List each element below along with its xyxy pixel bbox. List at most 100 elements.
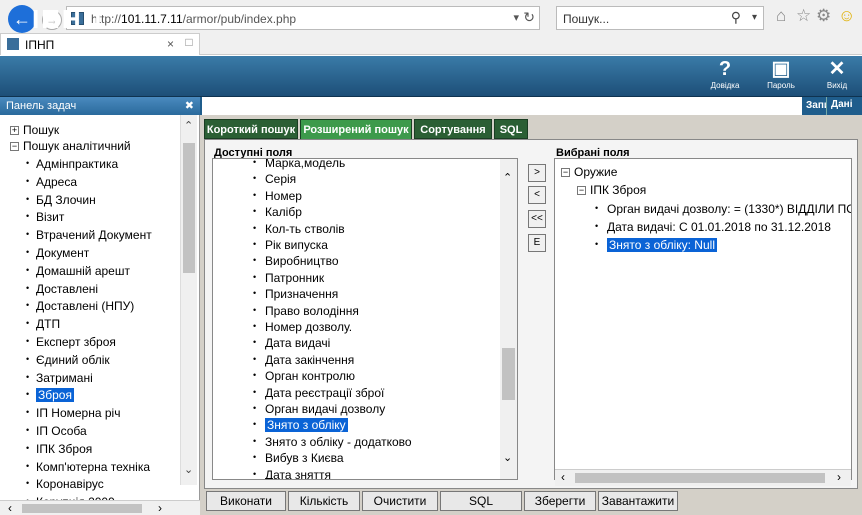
password-button[interactable]: ▣ Пароль	[760, 57, 802, 97]
home-icon[interactable]: ⌂	[776, 6, 786, 26]
tree-item[interactable]: Доставлені	[26, 282, 98, 296]
available-field[interactable]: Орган контролю	[253, 369, 355, 383]
execute-button[interactable]: Виконати	[206, 491, 286, 511]
panel-close-icon[interactable]: ✖	[185, 99, 194, 112]
address-bar[interactable]: http://101.11.7.11/armor/pub/index.php ▾…	[66, 6, 540, 30]
search-dropdown-icon[interactable]: ▾	[752, 12, 757, 23]
settings-gear-icon[interactable]: ⚙	[816, 6, 831, 26]
available-field[interactable]: Калібр	[253, 205, 302, 219]
chosen-condition[interactable]: • Дата видачі: С 01.01.2018 по 31.12.2018	[595, 220, 831, 234]
available-field[interactable]: Дата закінчення	[253, 353, 354, 367]
browser-tab[interactable]: ІПНП ×	[0, 33, 200, 55]
exit-button[interactable]: ✕ Вихід	[816, 57, 858, 97]
left-vertical-scrollbar[interactable]: ⌃ ⌄	[180, 115, 197, 485]
available-field[interactable]: Дата зняття	[253, 468, 331, 479]
tree-item[interactable]: Зброя	[26, 388, 74, 403]
available-field[interactable]: Призначення	[253, 287, 338, 301]
available-scrollbar[interactable]: ⌃ ⌄	[500, 159, 517, 479]
tree-node-search[interactable]: + Пошук	[10, 123, 59, 137]
available-field[interactable]: Вибув з Києва	[253, 451, 344, 465]
available-field[interactable]: Серія	[253, 172, 296, 186]
favorites-star-icon[interactable]: ☆	[796, 6, 811, 26]
chosen-horizontal-scrollbar[interactable]: ‹ ›	[555, 469, 851, 486]
chosen-condition-selected[interactable]: • Знято з обліку: Null	[595, 238, 717, 252]
new-tab-icon[interactable]: □	[180, 35, 198, 53]
available-field[interactable]: Рік випуска	[253, 238, 328, 252]
scroll-down-icon[interactable]: ⌄	[503, 451, 512, 464]
chosen-root-node[interactable]: − Оружие	[561, 165, 617, 179]
load-button[interactable]: Завантажити	[598, 491, 678, 511]
data-button[interactable]: Дані	[826, 97, 862, 115]
tree-item[interactable]: Коронавірус	[26, 477, 104, 491]
tree-item[interactable]: Документ	[26, 246, 89, 260]
available-field[interactable]: Дата видачі	[253, 336, 330, 350]
tab-sql[interactable]: SQL	[494, 119, 528, 139]
remove-field-button[interactable]: <	[528, 186, 546, 204]
chosen-condition[interactable]: • Орган видачі дозволу: = (1330*) ВІДДІЛИ…	[595, 202, 851, 216]
tree-item[interactable]: Доставлені (НПУ)	[26, 299, 134, 313]
tab-sorting[interactable]: Сортування	[414, 119, 492, 139]
refresh-icon[interactable]: ↻	[523, 9, 535, 26]
tree-item[interactable]: Домашній арешт	[26, 264, 130, 278]
chosen-hscroll-thumb[interactable]	[575, 473, 825, 483]
search-icon[interactable]: ⚲	[731, 9, 741, 26]
scroll-right-icon[interactable]: ›	[158, 501, 162, 515]
clear-button[interactable]: Очистити	[362, 491, 438, 511]
available-field[interactable]: Виробництво	[253, 254, 338, 268]
available-field[interactable]: Марка,модель	[253, 159, 345, 170]
collapse-icon[interactable]: −	[577, 186, 586, 195]
scroll-left-icon[interactable]: ‹	[561, 470, 565, 484]
available-field[interactable]: Право володіння	[253, 304, 359, 318]
tree-item[interactable]: Експерт зброя	[26, 335, 116, 349]
chosen-group-node[interactable]: − ІПК Зброя	[577, 183, 646, 197]
tree-item[interactable]: Комп'ютерна техніка	[26, 460, 150, 474]
available-field[interactable]: Патронник	[253, 271, 324, 285]
tree-item[interactable]: БД Злочин	[26, 193, 96, 207]
tab-close-icon[interactable]: ×	[167, 37, 174, 51]
tree-item[interactable]: Єдиний облік	[26, 353, 110, 367]
available-field[interactable]: Знято з обліку - додатково	[253, 435, 412, 449]
collapse-icon[interactable]: −	[10, 142, 19, 151]
available-fields-list[interactable]: Марка,модель Серія Номер Калібр Кол-ть ствол…	[212, 158, 518, 480]
address-dropdown-icon[interactable]: ▾	[513, 11, 519, 24]
scroll-up-icon[interactable]: ⌃	[184, 119, 193, 132]
count-button[interactable]: Кількість	[288, 491, 360, 511]
tree-item[interactable]: Адреса	[26, 175, 77, 189]
tree-item[interactable]: Втрачений Документ	[26, 228, 152, 242]
tree-item[interactable]: ІП Номерна річ	[26, 406, 121, 420]
available-scroll-thumb[interactable]	[502, 348, 515, 400]
available-field[interactable]: Орган видачі дозволу	[253, 402, 385, 416]
chosen-fields-tree[interactable]: − Оружие − ІПК Зброя • Орган видачі дозволу…	[554, 158, 852, 480]
smiley-feedback-icon[interactable]: ☺	[838, 6, 855, 26]
add-field-button[interactable]: >	[528, 164, 546, 182]
collapse-icon[interactable]: −	[561, 168, 570, 177]
left-hscroll-thumb[interactable]	[22, 504, 142, 513]
tree-item[interactable]: ІПК Зброя	[26, 442, 92, 456]
scroll-up-icon[interactable]: ⌃	[503, 171, 512, 184]
available-field[interactable]: Номер дозволу.	[253, 320, 352, 334]
remove-all-button[interactable]: <<	[528, 210, 546, 228]
scroll-left-icon[interactable]: ‹	[8, 501, 12, 515]
available-field[interactable]: Знято з обліку	[253, 418, 348, 433]
expand-icon[interactable]: +	[10, 126, 19, 135]
left-horizontal-scrollbar[interactable]: ‹ ›	[0, 500, 200, 515]
tree-item[interactable]: Візит	[26, 210, 65, 224]
edit-condition-button[interactable]: E	[528, 234, 546, 252]
tree-item[interactable]: ІП Особа	[26, 424, 87, 438]
left-scroll-thumb[interactable]	[183, 143, 195, 273]
scroll-down-icon[interactable]: ⌄	[184, 463, 193, 476]
tab-advanced-search[interactable]: Розширений пошук	[300, 119, 412, 141]
sql-button[interactable]: SQL	[440, 491, 522, 511]
browser-search-input[interactable]: Пошук... ⚲ ▾	[556, 6, 764, 30]
available-field[interactable]: Кол-ть стволів	[253, 222, 345, 236]
help-button[interactable]: ? Довідка	[704, 57, 746, 97]
tree-item[interactable]: Адмінпрактика	[26, 157, 118, 171]
tree-item[interactable]: Затримані	[26, 371, 93, 385]
save-button[interactable]: Зберегти	[524, 491, 596, 511]
available-field[interactable]: Номер	[253, 189, 302, 203]
tree-node-analytic-search[interactable]: − Пошук аналітичний	[10, 139, 131, 153]
tree-item[interactable]: ДТП	[26, 317, 60, 331]
available-field[interactable]: Дата реєстрації зброї	[253, 386, 384, 400]
scroll-right-icon[interactable]: ›	[837, 470, 841, 484]
tab-short-search[interactable]: Короткий пошук	[204, 119, 298, 139]
